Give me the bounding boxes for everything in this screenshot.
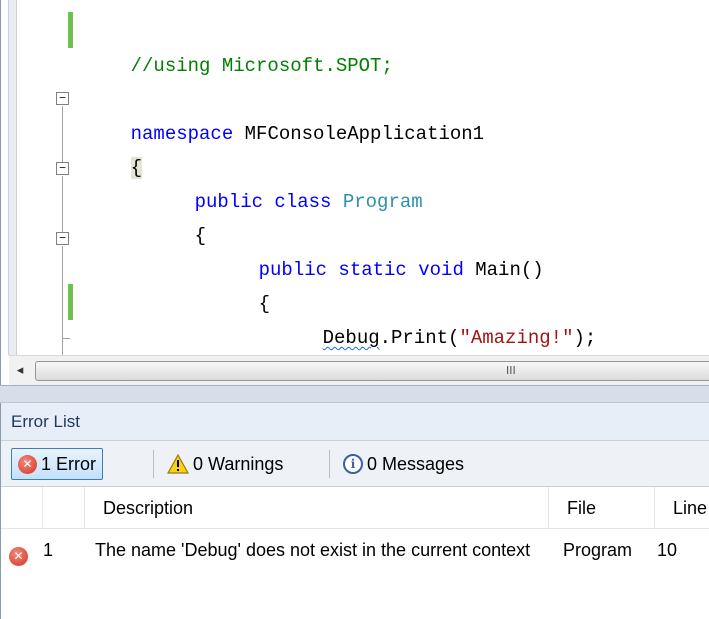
error-list-panel: Error List ✕ 1 Error 0 Warnings i 0 Mess…	[0, 403, 709, 619]
table-row[interactable]: ✕ 1 The name 'Debug' does not exist in t…	[1, 529, 709, 619]
keyword-public-class: public class	[194, 191, 332, 213]
toolbar-divider	[153, 450, 154, 478]
info-icon: i	[343, 454, 363, 474]
keyword-namespace: namespace	[130, 123, 234, 145]
code-line-brace: {	[85, 114, 143, 179]
change-marker	[68, 12, 73, 48]
errors-filter-label: 1 Error	[41, 453, 97, 474]
panel-splitter[interactable]	[0, 385, 709, 403]
row-status: ✕	[9, 529, 28, 567]
method-name: Main()	[463, 259, 544, 281]
col-icon-header[interactable]	[1, 487, 43, 529]
messages-filter-label: 0 Messages	[367, 453, 465, 474]
scroll-left-icon[interactable]: ◂	[9, 360, 31, 382]
col-description-header[interactable]: Description	[95, 487, 549, 529]
brace-open: {	[130, 157, 143, 179]
code-line-namespace: namespace MFConsoleApplication1	[85, 80, 484, 145]
string-literal: "Amazing!"	[459, 327, 574, 349]
change-marker	[68, 284, 73, 320]
row-file: Program	[563, 540, 633, 560]
outline-line	[62, 106, 63, 162]
col-line-header[interactable]: Line	[665, 487, 709, 529]
warnings-filter-button[interactable]: 0 Warnings	[161, 448, 289, 480]
outline-end	[62, 338, 70, 339]
row-description: The name 'Debug' does not exist in the c…	[95, 540, 531, 560]
brace-open: {	[194, 225, 207, 247]
error-list-header: Description File Line	[1, 487, 709, 529]
horizontal-scrollbar[interactable]: ◂ III	[9, 355, 709, 385]
code-line-using: //using Microsoft.SPOT;	[85, 12, 393, 77]
row-line: 10	[657, 540, 678, 560]
class-name: Program	[342, 191, 423, 213]
call-end: );	[573, 327, 597, 349]
scroll-thumb[interactable]: III	[35, 361, 709, 381]
messages-filter-button[interactable]: i 0 Messages	[337, 448, 470, 480]
comment-text: //using Microsoft.SPOT;	[130, 55, 393, 77]
namespace-name: MFConsoleApplication1	[233, 123, 485, 145]
code-line-brace: {	[149, 182, 206, 247]
code-line-method: public static void Main()	[213, 216, 544, 281]
print-call: .Print(	[379, 327, 460, 349]
error-list-toolbar: ✕ 1 Error 0 Warnings i 0 Messages	[1, 441, 709, 487]
editor-margin	[8, 0, 17, 355]
col-index-header[interactable]	[43, 487, 85, 529]
errors-filter-button[interactable]: ✕ 1 Error	[11, 448, 104, 480]
error-icon: ✕	[18, 454, 37, 474]
keyword-public-static-void: public static void	[258, 259, 464, 281]
code-line-brace: {	[213, 250, 270, 315]
code-line-class: public class Program	[149, 148, 423, 213]
row-index: 1	[43, 540, 54, 560]
collapse-class-icon[interactable]: −	[56, 162, 69, 175]
code-line-brace: }	[213, 318, 270, 355]
panel-title: Error List	[1, 403, 709, 441]
code-editor[interactable]: − − − //using Microsoft.SPOT; namespace …	[0, 0, 709, 385]
toolbar-divider	[329, 450, 330, 478]
code-line-debug: Debug.Print("Amazing!");	[277, 284, 597, 349]
warnings-filter-label: 0 Warnings	[193, 453, 284, 474]
brace-open: {	[258, 293, 271, 315]
error-icon: ✕	[9, 547, 28, 566]
collapse-namespace-icon[interactable]: −	[56, 92, 69, 105]
warning-icon	[167, 454, 189, 474]
debug-identifier-error[interactable]: Debug	[323, 327, 380, 349]
col-file-header[interactable]: File	[559, 487, 655, 529]
scroll-grip-icon: III	[506, 364, 516, 377]
outline-line	[62, 176, 63, 232]
collapse-method-icon[interactable]: −	[56, 232, 69, 245]
